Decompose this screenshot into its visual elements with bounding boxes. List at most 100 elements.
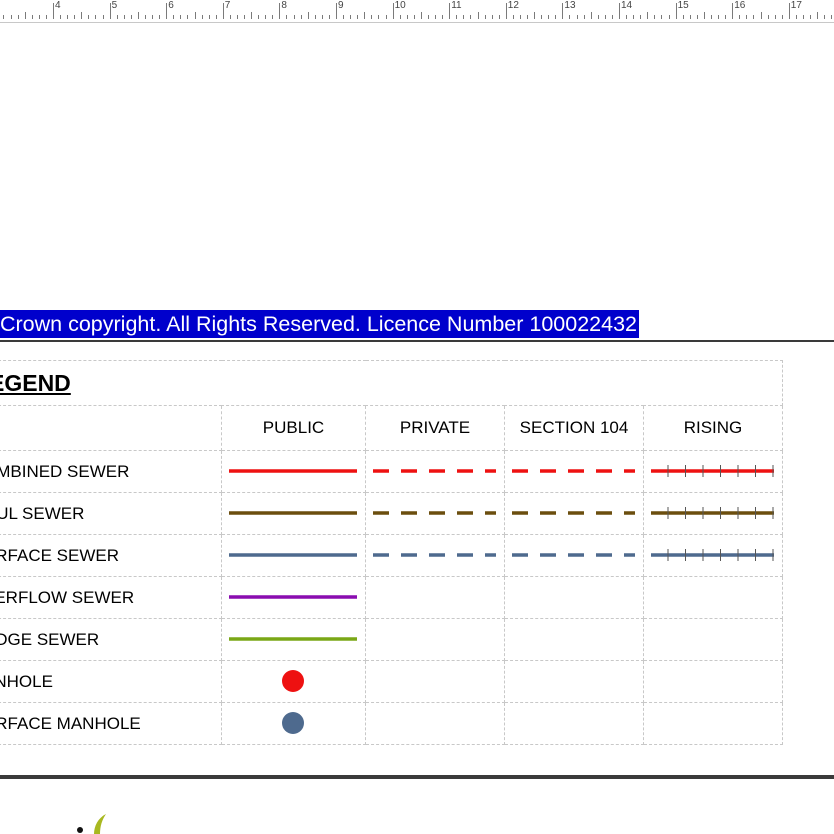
ruler-tick bbox=[371, 15, 373, 19]
ruler-tick bbox=[512, 15, 514, 19]
ruler-label: 7 bbox=[224, 0, 231, 11]
ruler-tick bbox=[640, 15, 642, 19]
sewer-line-symbol bbox=[651, 549, 774, 561]
legend-row-label-cell: UDGE SEWER bbox=[0, 618, 222, 661]
legend-row-label-cell: VERFLOW SEWER bbox=[0, 576, 222, 619]
legend-row-label: OUL SEWER bbox=[0, 503, 85, 523]
ruler-tick bbox=[802, 15, 804, 19]
ruler-tick bbox=[562, 3, 564, 19]
legend-cell-private bbox=[365, 492, 505, 535]
legend-cell-rising bbox=[643, 618, 783, 661]
legend-cell-public bbox=[221, 702, 366, 745]
legend-table: EGEND PUBLIC PRIVATE SECTION 104 RISING … bbox=[0, 360, 783, 745]
ruler-tick bbox=[456, 15, 458, 19]
legend-row: OUL SEWER bbox=[0, 492, 783, 535]
ruler-tick bbox=[732, 3, 734, 19]
sewer-line-symbol bbox=[229, 595, 357, 599]
ruler-tick bbox=[774, 15, 776, 19]
legend-row-label: OMBINED SEWER bbox=[0, 461, 130, 481]
ruler-tick bbox=[293, 15, 295, 19]
legend-row-label-cell: URFACE SEWER bbox=[0, 534, 222, 577]
ruler-tick bbox=[576, 15, 578, 19]
legend-row-label: UDGE SEWER bbox=[0, 629, 100, 649]
ruler-tick bbox=[137, 12, 139, 19]
ruler-tick bbox=[215, 15, 217, 19]
ruler-tick bbox=[442, 15, 444, 19]
legend-cell-rising bbox=[643, 450, 783, 493]
ruler-tick bbox=[753, 15, 755, 19]
legend-cell-private bbox=[365, 534, 505, 577]
ruler-tick bbox=[654, 15, 656, 19]
ruler-tick bbox=[739, 15, 741, 19]
legend-row: VERFLOW SEWER bbox=[0, 576, 783, 619]
ruler-tick bbox=[810, 15, 812, 19]
ruler-tick bbox=[590, 12, 592, 19]
sewer-line-symbol bbox=[512, 553, 635, 557]
ruler-tick bbox=[208, 15, 210, 19]
ruler-tick bbox=[53, 3, 54, 19]
ruler-tick bbox=[357, 15, 359, 19]
ruler-tick bbox=[597, 15, 599, 19]
ruler-tick bbox=[519, 15, 521, 19]
ruler-label: 6 bbox=[168, 0, 174, 11]
manhole-symbol bbox=[282, 712, 304, 734]
sewer-line-symbol bbox=[512, 511, 635, 515]
ruler-tick bbox=[541, 15, 543, 19]
ruler-tick bbox=[173, 15, 175, 19]
ruler-tick bbox=[194, 12, 196, 19]
ruler-tick bbox=[781, 15, 783, 19]
ruler-tick bbox=[633, 15, 635, 19]
legend-cell-section104 bbox=[504, 534, 644, 577]
ruler-tick bbox=[109, 3, 111, 19]
ruler-tick bbox=[385, 15, 387, 19]
ruler-tick bbox=[187, 15, 189, 19]
ruler-tick bbox=[229, 15, 231, 19]
legend-row: URFACE MANHOLE bbox=[0, 702, 783, 745]
manhole-symbol bbox=[282, 670, 304, 692]
ruler-tick bbox=[95, 15, 97, 19]
legend-title-cell: EGEND bbox=[0, 360, 783, 406]
ruler-tick bbox=[604, 15, 606, 19]
sewer-line-symbol bbox=[373, 511, 496, 515]
legend-row-label-cell: URFACE MANHOLE bbox=[0, 702, 222, 745]
column-header-section-104: SECTION 104 bbox=[504, 405, 644, 451]
ruler-tick bbox=[611, 15, 613, 19]
legend-cell-section104 bbox=[504, 492, 644, 535]
legend-header-row: PUBLIC PRIVATE SECTION 104 RISING bbox=[0, 405, 783, 451]
legend-cell-public bbox=[221, 576, 366, 619]
sewer-line-symbol bbox=[229, 637, 357, 641]
ruler-label: 11 bbox=[451, 0, 462, 11]
ruler-label: 12 bbox=[507, 0, 519, 11]
legend-cell-rising bbox=[643, 660, 783, 703]
copyright-notice[interactable]: Crown copyright. All Rights Reserved. Li… bbox=[0, 310, 639, 338]
ruler-tick bbox=[222, 3, 224, 19]
sewer-line-symbol bbox=[229, 469, 357, 473]
ruler-tick bbox=[67, 15, 69, 19]
ruler-tick bbox=[505, 3, 507, 19]
ruler-tick bbox=[364, 12, 366, 19]
ruler-tick bbox=[166, 3, 168, 19]
ruler-tick bbox=[718, 15, 720, 19]
ruler-tick bbox=[817, 12, 819, 19]
column-header-rising: RISING bbox=[643, 405, 783, 451]
horizontal-ruler[interactable]: 4 5 6 7 8 9 10 11 12 13 14 15 16 17 bbox=[0, 0, 834, 23]
ruler-tick bbox=[491, 15, 493, 19]
legend-row-label: URFACE MANHOLE bbox=[0, 713, 141, 733]
ruler-label: 5 bbox=[111, 0, 118, 11]
legend-row-label: ANHOLE bbox=[0, 671, 53, 691]
ruler-tick bbox=[336, 3, 337, 19]
legend-title: EGEND bbox=[0, 369, 71, 396]
ruler-tick bbox=[130, 15, 132, 19]
ruler-tick bbox=[831, 15, 833, 19]
ruler-tick bbox=[470, 15, 472, 19]
ruler-tick bbox=[265, 15, 267, 19]
ruler-tick bbox=[17, 15, 19, 19]
legend-cell-rising bbox=[643, 534, 783, 577]
legend-cell-public bbox=[221, 618, 366, 661]
ruler-tick bbox=[74, 15, 76, 19]
ruler-tick bbox=[378, 15, 380, 19]
ruler-tick bbox=[343, 15, 345, 19]
legend-row: ANHOLE bbox=[0, 660, 783, 703]
ruler-tick bbox=[244, 15, 246, 19]
ruler-tick bbox=[314, 15, 316, 19]
